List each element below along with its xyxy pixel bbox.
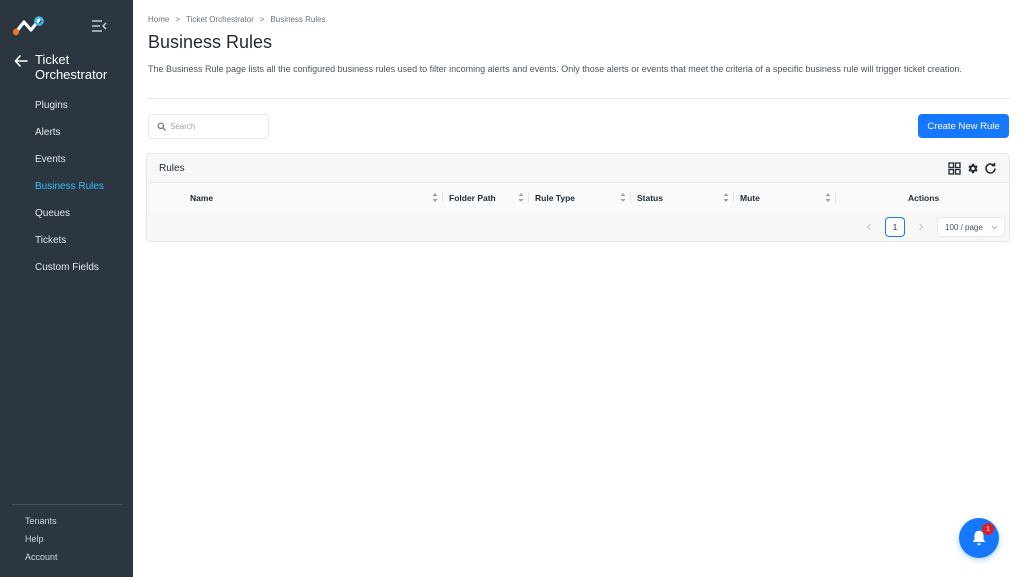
breadcrumb: Home > Ticket Orchestrator > Business Ru… — [148, 15, 326, 24]
notification-count-badge: 1 — [982, 523, 994, 535]
search-icon — [157, 122, 166, 131]
pagination: 1 100 / page — [861, 217, 1005, 237]
footer-item-tenants[interactable]: Tenants — [25, 512, 58, 530]
breadcrumb-home[interactable]: Home — [148, 15, 169, 24]
page-size-select[interactable]: 100 / page — [937, 217, 1005, 237]
notifications-button[interactable]: 1 — [959, 518, 999, 558]
column-divider — [442, 192, 443, 203]
sort-icon[interactable] — [825, 192, 831, 203]
column-header-status[interactable]: Status — [637, 183, 663, 212]
search-box — [148, 114, 269, 139]
column-header-folder-path[interactable]: Folder Path — [449, 183, 496, 212]
collapse-sidebar-icon[interactable] — [90, 18, 108, 34]
column-divider — [528, 192, 529, 203]
module-title: Ticket Orchestrator — [35, 52, 108, 82]
grid-view-icon[interactable] — [948, 161, 961, 175]
sidebar-divider — [12, 504, 122, 505]
column-divider — [835, 192, 836, 203]
sort-icon[interactable] — [518, 192, 524, 203]
app-logo-icon[interactable] — [12, 14, 46, 38]
sidebar-item-plugins[interactable]: Plugins — [0, 92, 133, 119]
arrow-left-icon — [14, 55, 28, 67]
sidebar-item-tickets[interactable]: Tickets — [0, 227, 133, 254]
sidebar-item-business-rules[interactable]: Business Rules — [0, 173, 133, 200]
main-content: Home > Ticket Orchestrator > Business Ru… — [133, 0, 1024, 577]
refresh-icon[interactable] — [984, 162, 997, 175]
next-page-icon[interactable] — [913, 219, 929, 235]
sidebar-item-queues[interactable]: Queues — [0, 200, 133, 227]
back-to-modules-button[interactable]: Ticket Orchestrator — [14, 52, 111, 82]
page-size-value: 100 / page — [945, 222, 983, 232]
rules-panel-header: Rules — [147, 154, 1009, 183]
page-description: The Business Rule page lists all the con… — [148, 64, 962, 74]
sidebar: Ticket Orchestrator Plugins Alerts Event… — [0, 0, 133, 577]
column-divider — [630, 192, 631, 203]
search-input[interactable] — [170, 122, 260, 131]
breadcrumb-separator: > — [175, 15, 181, 24]
sidebar-footer: Tenants Help Account — [25, 512, 58, 566]
column-divider — [733, 192, 734, 203]
breadcrumb-current: Business Rules — [270, 15, 326, 24]
footer-item-help[interactable]: Help — [25, 530, 58, 548]
sidebar-item-custom-fields[interactable]: Custom Fields — [0, 254, 133, 281]
column-header-name[interactable]: Name — [190, 183, 213, 212]
create-new-rule-button[interactable]: Create New Rule — [918, 114, 1009, 138]
sort-icon[interactable] — [620, 192, 626, 203]
page-number-current[interactable]: 1 — [885, 217, 905, 237]
sidebar-nav: Plugins Alerts Events Business Rules Que… — [0, 92, 133, 281]
breadcrumb-ticket-orchestrator[interactable]: Ticket Orchestrator — [186, 15, 254, 24]
chevron-down-icon — [991, 225, 998, 229]
header-divider — [148, 98, 1010, 99]
sidebar-item-events[interactable]: Events — [0, 146, 133, 173]
sort-icon[interactable] — [432, 192, 438, 203]
sidebar-item-alerts[interactable]: Alerts — [0, 119, 133, 146]
prev-page-icon[interactable] — [861, 219, 877, 235]
panel-title: Rules — [159, 162, 185, 174]
table-header: Name Folder Path Rule Type Status Mute A… — [147, 183, 1009, 212]
page-title: Business Rules — [148, 32, 273, 52]
rules-panel: Rules Name Folder Path Rule Type Status … — [146, 153, 1010, 242]
column-header-actions: Actions — [908, 192, 940, 203]
footer-item-account[interactable]: Account — [25, 548, 58, 566]
panel-tools — [948, 161, 997, 175]
column-header-mute[interactable]: Mute — [740, 183, 760, 212]
settings-gear-icon[interactable] — [966, 162, 979, 175]
column-header-rule-type[interactable]: Rule Type — [535, 183, 575, 212]
sort-icon[interactable] — [723, 192, 729, 203]
breadcrumb-separator: > — [259, 15, 265, 24]
